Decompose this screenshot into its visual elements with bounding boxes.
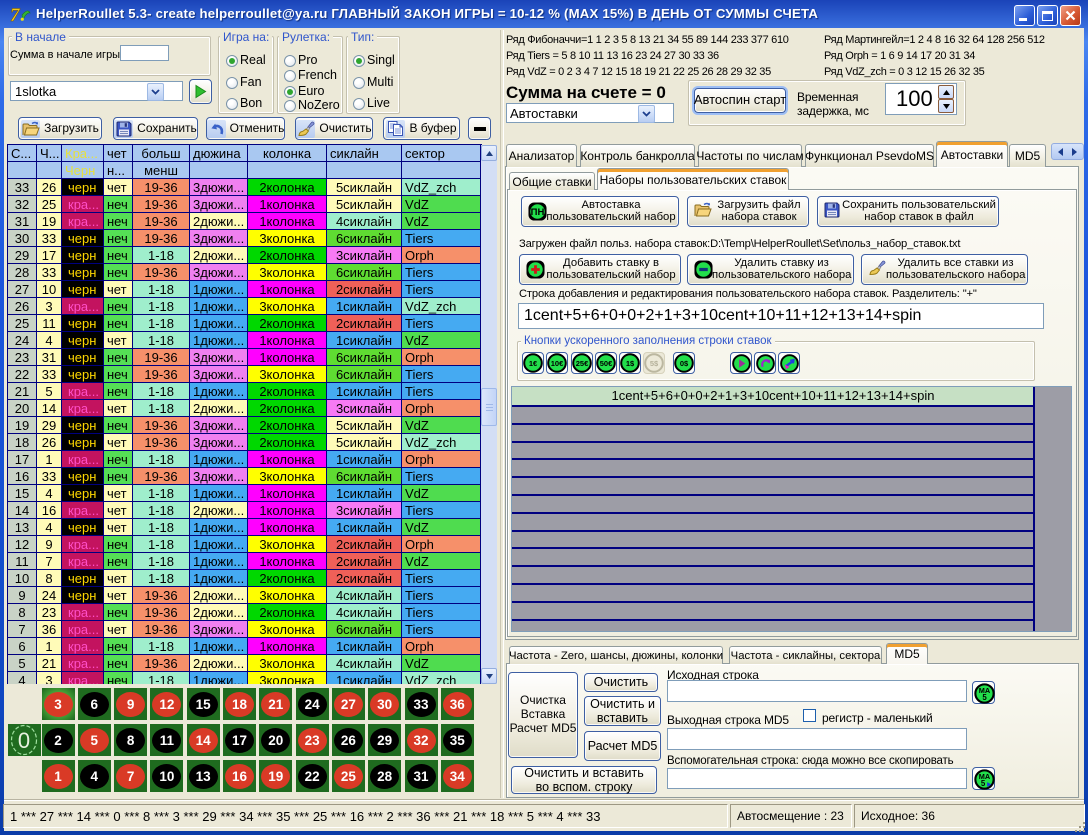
svg-text:ПН: ПН [531,207,545,218]
svg-text:5$: 5$ [650,359,659,368]
svg-text:5: 5 [982,693,987,702]
svg-text:25€: 25€ [576,359,589,368]
svg-text:50€: 50€ [600,359,613,368]
svg-text:10€: 10€ [551,359,564,368]
svg-text:1€: 1€ [529,359,538,368]
svg-text:0: 0 [18,728,30,753]
svg-text:7: 7 [10,5,21,25]
svg-text:5: 5 [981,779,986,788]
svg-text:1$: 1$ [626,359,635,368]
svg-text:0$: 0$ [680,359,689,368]
